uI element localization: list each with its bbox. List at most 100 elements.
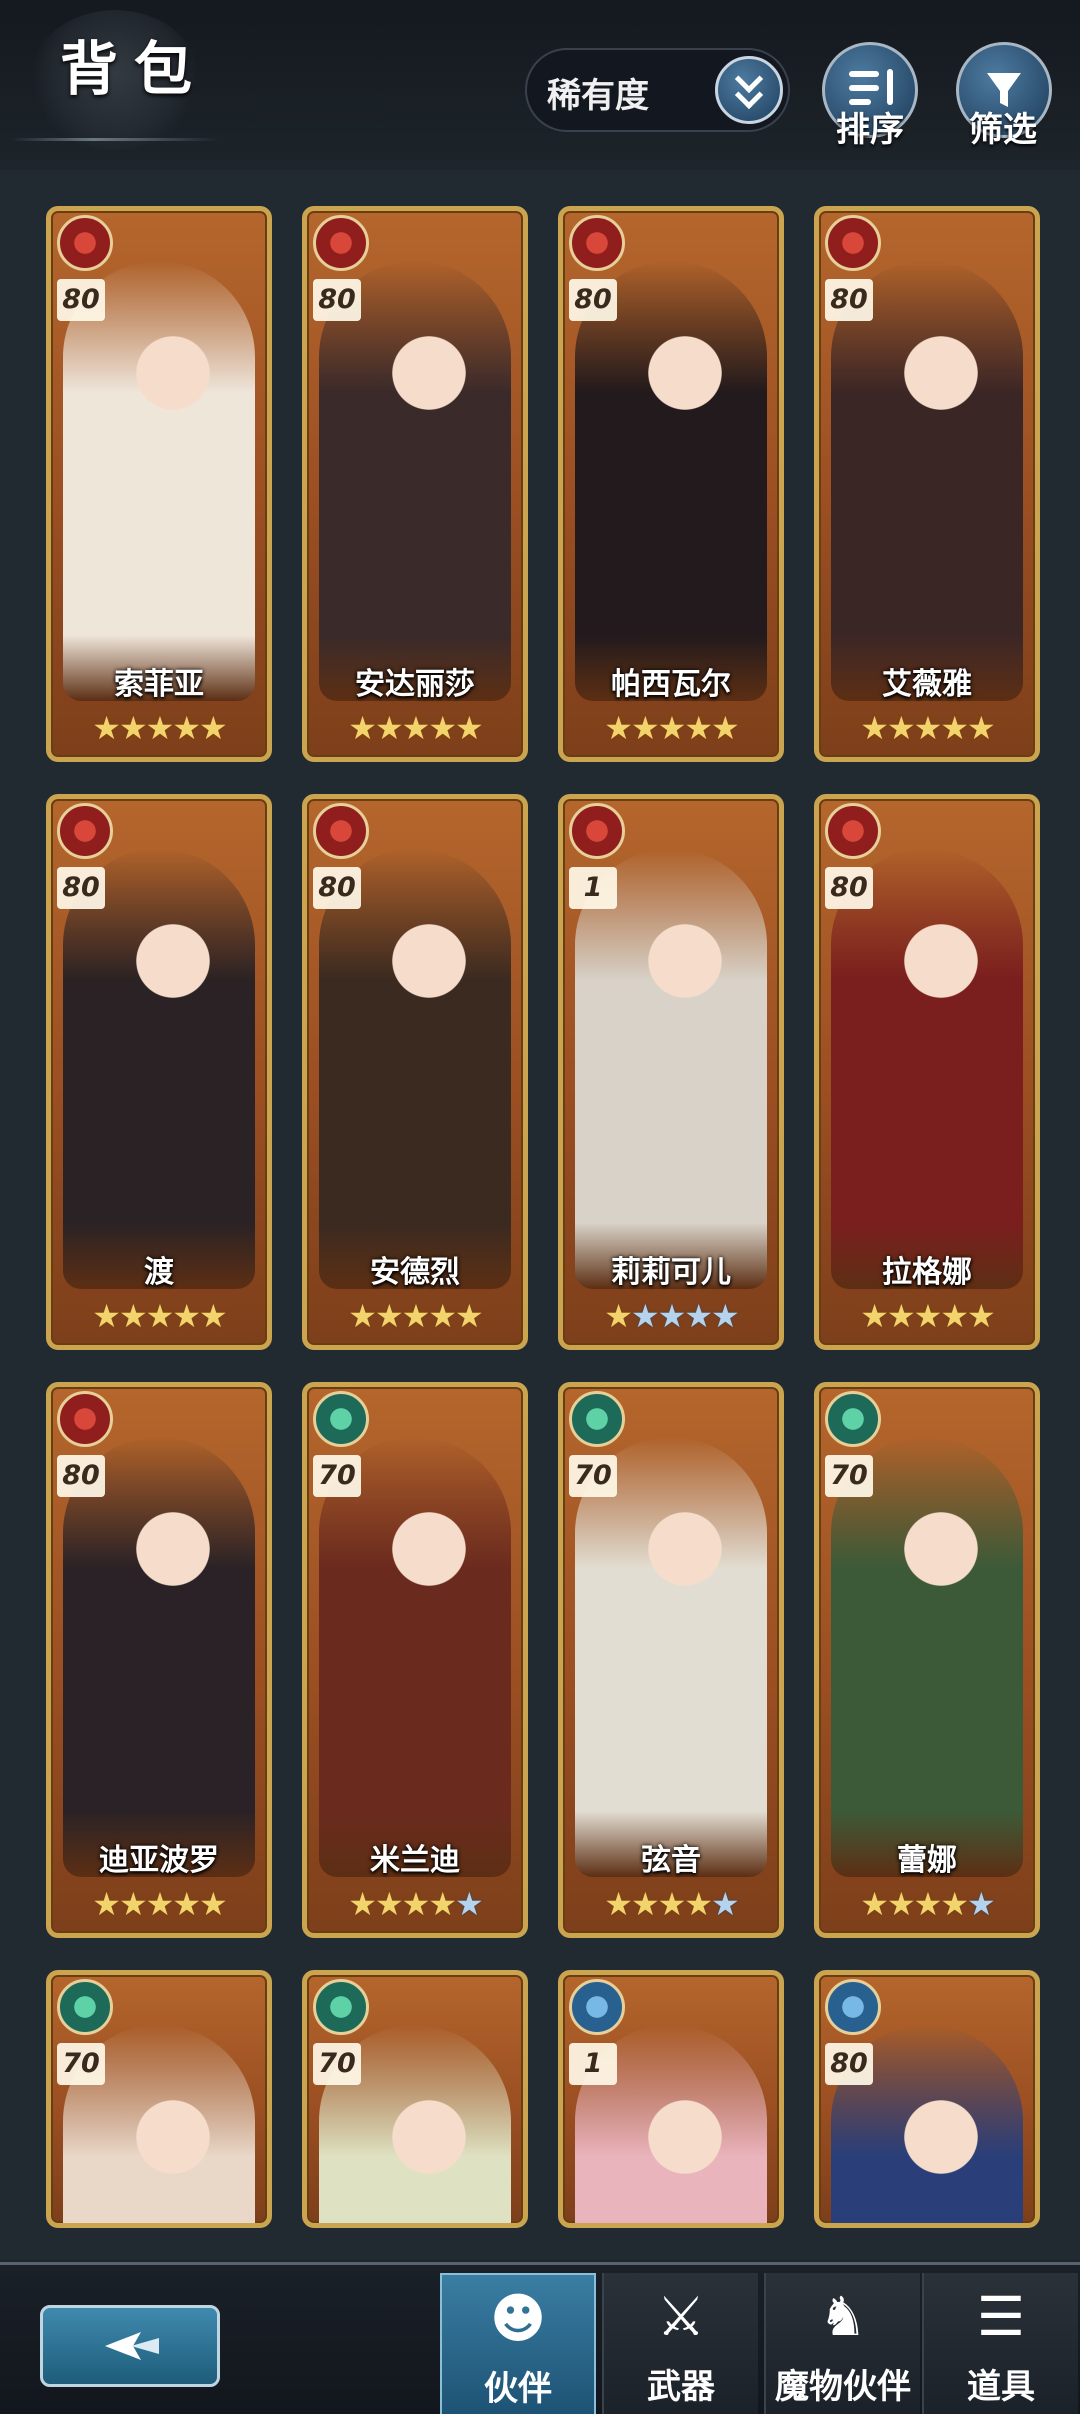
star-rating: ★★★★★ <box>563 1885 779 1923</box>
star-rating: ★★★★★ <box>51 1885 267 1923</box>
fire-element-icon <box>57 215 113 271</box>
level-tag: 80 <box>57 279 105 321</box>
star-gold-icon: ★ <box>401 709 431 747</box>
companion-card[interactable]: 1 <box>558 1970 784 2228</box>
fire-element-icon <box>569 803 625 859</box>
star-gold-icon: ★ <box>657 709 687 747</box>
star-rating: ★★★★★ <box>563 709 779 747</box>
star-rating: ★★★★★ <box>307 1297 523 1335</box>
character-face <box>374 1477 484 1597</box>
star-gold-icon: ★ <box>604 1297 633 1335</box>
chevron-down-icon <box>715 56 783 124</box>
companion-card[interactable]: 80 安德烈 ★★★★★ <box>302 794 528 1350</box>
star-gold-icon: ★ <box>711 709 740 747</box>
companion-card[interactable]: 70 <box>46 1970 272 2228</box>
star-gold-icon: ★ <box>886 1885 916 1923</box>
star-gold-icon: ★ <box>657 1885 687 1923</box>
companion-card[interactable]: 70 弦音 ★★★★★ <box>558 1382 784 1938</box>
level-tag: 70 <box>825 1455 873 1497</box>
star-gold-icon: ★ <box>428 1297 457 1335</box>
star-gold-icon: ★ <box>428 709 457 747</box>
character-name: 迪亚波罗 <box>99 1843 219 1878</box>
star-gold-icon: ★ <box>145 1885 175 1923</box>
star-gold-icon: ★ <box>860 1885 889 1923</box>
star-blue-icon: ★ <box>684 1297 713 1335</box>
wind-element-icon <box>313 1979 369 2035</box>
companion-card[interactable]: 70 蕾娜 ★★★★★ <box>814 1382 1040 1938</box>
character-name: 蕾娜 <box>897 1843 957 1878</box>
rarity-dropdown-label: 稀有度 <box>547 76 649 116</box>
star-rating: ★★★★★ <box>819 1297 1035 1335</box>
bottom-nav: ☻ 伙伴 ⚔ 武器 ♞ 魔物伙伴 ☰ 道具 <box>0 2262 1080 2414</box>
character-portrait <box>319 849 511 1289</box>
star-gold-icon: ★ <box>172 709 201 747</box>
nav-tab-2[interactable]: ♞ 魔物伙伴 <box>764 2273 920 2414</box>
nav-tab-label: 武器 <box>647 2367 715 2407</box>
character-name: 索菲亚 <box>114 667 204 702</box>
companion-card[interactable]: 1 莉莉可儿 ★★★★★ <box>558 794 784 1350</box>
nav-tab-1[interactable]: ⚔ 武器 <box>602 2273 758 2414</box>
fire-element-icon <box>825 803 881 859</box>
level-tag: 80 <box>57 1455 105 1497</box>
companion-grid: 80 索菲亚 ★★★★★ 80 安达丽莎 ★★★★★ 80 帕西瓦尔 ★★★★★ 80 艾薇雅 ★★★… <box>0 170 1080 2260</box>
character-face <box>118 301 228 421</box>
star-gold-icon: ★ <box>886 1297 916 1335</box>
level-tag: 70 <box>57 2043 105 2085</box>
nav-tab-3[interactable]: ☰ 道具 <box>922 2273 1078 2414</box>
star-gold-icon: ★ <box>118 1297 148 1335</box>
level-tag: 70 <box>313 2043 361 2085</box>
character-face <box>630 889 740 1009</box>
companion-card[interactable]: 80 艾薇雅 ★★★★★ <box>814 206 1040 762</box>
level-tag: 1 <box>569 2043 617 2085</box>
companion-card[interactable]: 80 拉格娜 ★★★★★ <box>814 794 1040 1350</box>
companion-card[interactable]: 70 米兰迪 ★★★★★ <box>302 1382 528 1938</box>
character-portrait <box>63 849 255 1289</box>
star-gold-icon: ★ <box>860 709 889 747</box>
nav-tab-0[interactable]: ☻ 伙伴 <box>440 2273 596 2414</box>
star-gold-icon: ★ <box>118 1885 148 1923</box>
star-gold-icon: ★ <box>118 709 148 747</box>
star-rating: ★★★★★ <box>819 1885 1035 1923</box>
companion-card[interactable]: 80 迪亚波罗 ★★★★★ <box>46 1382 272 1938</box>
character-face <box>886 301 996 421</box>
star-blue-icon: ★ <box>711 1885 740 1923</box>
character-name: 艾薇雅 <box>882 667 972 702</box>
character-name: 米兰迪 <box>370 1843 460 1878</box>
character-name: 拉格娜 <box>882 1255 972 1290</box>
character-face <box>118 2065 228 2185</box>
filter-label: 筛选 <box>969 110 1037 150</box>
star-gold-icon: ★ <box>940 709 969 747</box>
star-gold-icon: ★ <box>348 709 377 747</box>
star-gold-icon: ★ <box>684 1885 713 1923</box>
companion-card[interactable]: 80 <box>814 1970 1040 2228</box>
star-gold-icon: ★ <box>913 1885 943 1923</box>
star-gold-icon: ★ <box>940 1297 969 1335</box>
star-gold-icon: ★ <box>401 1885 431 1923</box>
nav-tab-label: 魔物伙伴 <box>775 2367 911 2407</box>
character-face <box>374 2065 484 2185</box>
companion-card[interactable]: 80 帕西瓦尔 ★★★★★ <box>558 206 784 762</box>
character-name: 弦音 <box>641 1843 701 1878</box>
character-portrait <box>575 849 767 1289</box>
character-face <box>374 301 484 421</box>
star-rating: ★★★★★ <box>563 1297 779 1335</box>
star-gold-icon: ★ <box>145 1297 175 1335</box>
back-button[interactable] <box>40 2305 220 2387</box>
companion-card[interactable]: 80 渡 ★★★★★ <box>46 794 272 1350</box>
star-gold-icon: ★ <box>860 1297 889 1335</box>
star-gold-icon: ★ <box>374 709 404 747</box>
star-blue-icon: ★ <box>657 1297 687 1335</box>
rarity-dropdown[interactable]: 稀有度 <box>525 48 790 132</box>
character-face <box>630 301 740 421</box>
star-gold-icon: ★ <box>92 709 121 747</box>
companion-card[interactable]: 70 <box>302 1970 528 2228</box>
companion-card[interactable]: 80 安达丽莎 ★★★★★ <box>302 206 528 762</box>
star-gold-icon: ★ <box>199 709 228 747</box>
star-gold-icon: ★ <box>172 1297 201 1335</box>
star-blue-icon: ★ <box>630 1297 660 1335</box>
companion-card[interactable]: 80 索菲亚 ★★★★★ <box>46 206 272 762</box>
level-tag: 1 <box>569 867 617 909</box>
star-gold-icon: ★ <box>199 1297 228 1335</box>
wind-element-icon <box>825 1391 881 1447</box>
level-tag: 70 <box>569 1455 617 1497</box>
